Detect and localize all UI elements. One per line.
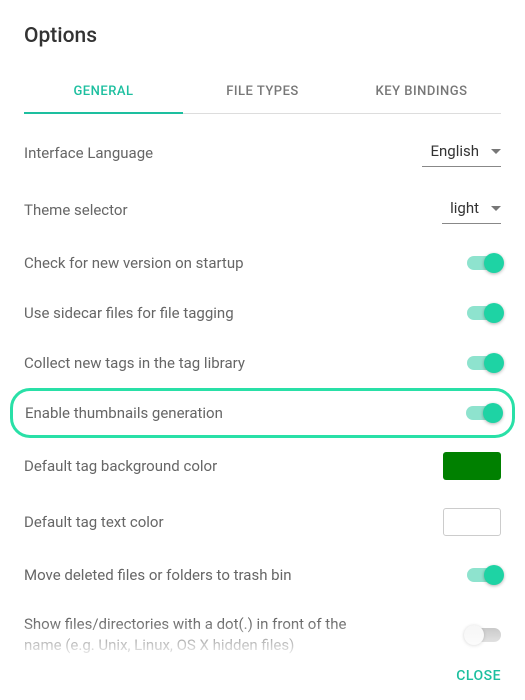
- option-label: Theme selector: [24, 201, 442, 219]
- tag-text-color-swatch[interactable]: [443, 508, 501, 536]
- option-check-update: Check for new version on startup: [24, 238, 501, 288]
- tab-key-bindings[interactable]: KEY BINDINGS: [342, 70, 501, 113]
- option-label: Default tag text color: [24, 513, 443, 531]
- dialog-footer: CLOSE: [432, 649, 525, 700]
- option-collect-tags: Collect new tags in the tag library: [24, 338, 501, 388]
- tabs-bar: GENERAL FILE TYPES KEY BINDINGS: [24, 70, 501, 114]
- option-label: Enable thumbnails generation: [25, 404, 466, 422]
- option-tag-bg-color: Default tag background color: [24, 438, 501, 494]
- language-select-value: English: [430, 142, 479, 160]
- tag-bg-color-swatch[interactable]: [443, 452, 501, 480]
- dialog-title: Options: [24, 24, 501, 48]
- option-label: Interface Language: [24, 144, 422, 162]
- option-trash: Move deleted files or folders to trash b…: [24, 550, 501, 600]
- option-label: Use sidecar files for file tagging: [24, 304, 467, 322]
- theme-select-value: light: [450, 199, 479, 217]
- option-tag-text-color: Default tag text color: [24, 494, 501, 550]
- options-list: Interface Language English Theme selecto…: [24, 120, 501, 674]
- option-theme-selector: Theme selector light: [24, 181, 501, 238]
- option-hidden-files: Show files/directories with a dot(.) in …: [24, 600, 501, 670]
- thumbnails-toggle[interactable]: [466, 406, 500, 420]
- option-label: Check for new version on startup: [24, 254, 467, 272]
- tab-file-types[interactable]: FILE TYPES: [183, 70, 342, 113]
- option-label: Move deleted files or folders to trash b…: [24, 566, 467, 584]
- option-sidecar: Use sidecar files for file tagging: [24, 288, 501, 338]
- sidecar-toggle[interactable]: [467, 306, 501, 320]
- theme-select[interactable]: light: [442, 195, 501, 224]
- check-update-toggle[interactable]: [467, 256, 501, 270]
- language-select[interactable]: English: [422, 138, 501, 167]
- option-label: Collect new tags in the tag library: [24, 354, 467, 372]
- option-label: Show files/directories with a dot(.) in …: [24, 614, 394, 656]
- trash-toggle[interactable]: [467, 568, 501, 582]
- option-label: Default tag background color: [24, 457, 443, 475]
- tab-general[interactable]: GENERAL: [24, 70, 183, 113]
- option-interface-language: Interface Language English: [24, 124, 501, 181]
- hidden-files-toggle[interactable]: [467, 628, 501, 642]
- caret-down-icon: [491, 206, 501, 211]
- collect-tags-toggle[interactable]: [467, 356, 501, 370]
- option-thumbnails: Enable thumbnails generation: [10, 388, 515, 438]
- caret-down-icon: [491, 149, 501, 154]
- close-button[interactable]: CLOSE: [456, 668, 501, 684]
